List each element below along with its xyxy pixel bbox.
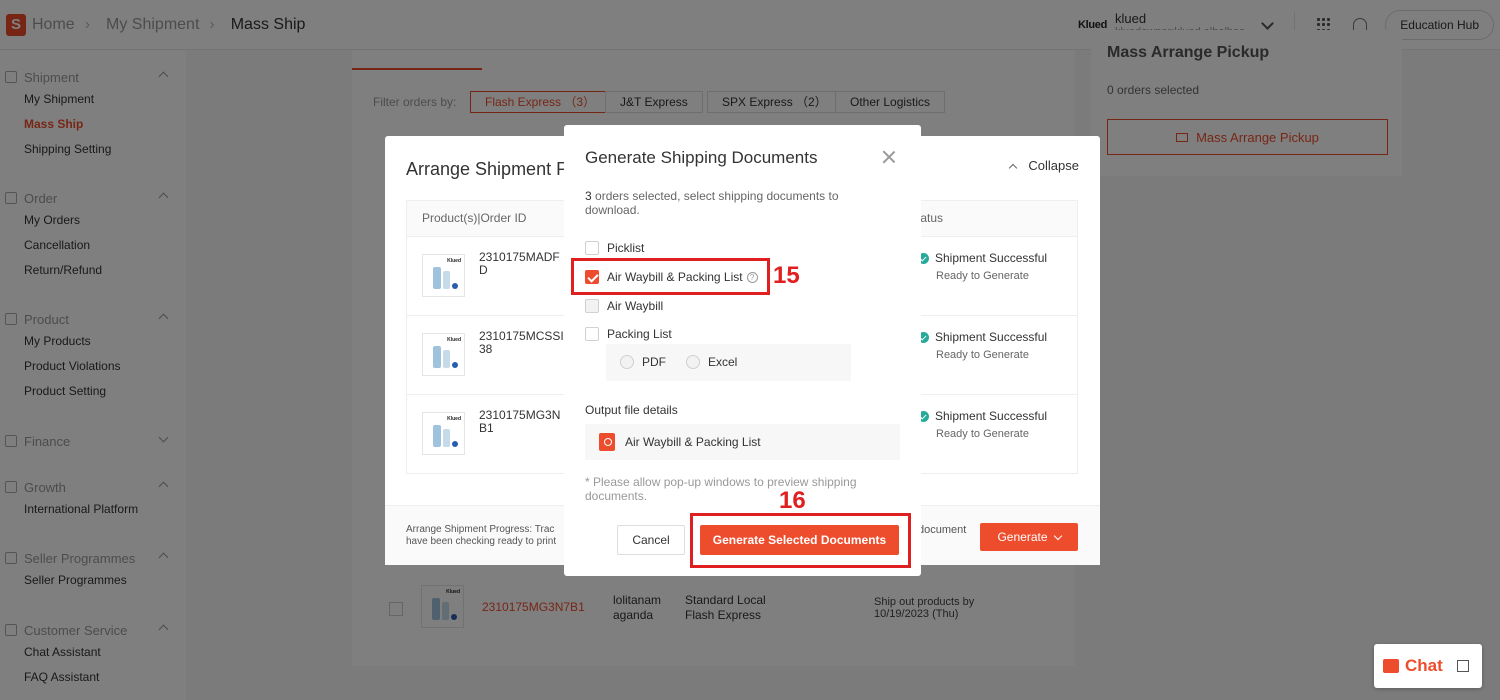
chat-icon xyxy=(1383,659,1399,673)
minimize-icon[interactable] xyxy=(1456,660,1469,672)
popup-note: * Please allow pop-up windows to preview… xyxy=(585,475,857,503)
column-product-order-id: Product(s)|Order ID xyxy=(422,211,527,225)
option-picklist[interactable]: Picklist xyxy=(585,241,644,255)
packing-list-checkbox[interactable] xyxy=(585,327,599,341)
format-pdf-radio: PDF xyxy=(620,355,666,369)
close-icon[interactable] xyxy=(881,149,897,165)
annotation-highlight-box xyxy=(571,258,770,295)
format-options: PDF Excel xyxy=(606,344,851,381)
annotation-highlight-box xyxy=(690,513,911,568)
format-excel-radio: Excel xyxy=(686,355,737,369)
order-id: 2310175MCSSI 38 xyxy=(479,329,564,356)
shipment-status: Shipment Successful Ready to Generate xyxy=(918,330,1047,361)
output-details-label: Output file details xyxy=(585,403,678,417)
document-label: document xyxy=(918,524,967,536)
picklist-checkbox[interactable] xyxy=(585,241,599,255)
chevron-down-icon xyxy=(1053,531,1062,540)
modal-title: Generate Shipping Documents xyxy=(585,148,818,167)
collapse-button[interactable]: Collapse xyxy=(1009,158,1079,173)
arrange-panel-title: Arrange Shipment P xyxy=(406,159,569,179)
annotation-step-16: 16 xyxy=(779,487,806,514)
chevron-up-icon xyxy=(1009,163,1018,172)
modal-description: 3 orders selected, select shipping docum… xyxy=(585,189,839,217)
generate-documents-modal: Generate Shipping Documents 3 orders sel… xyxy=(564,125,921,576)
arrange-progress-text: Arrange Shipment Progress: Trac have been… xyxy=(406,524,557,547)
product-thumbnail: Klued xyxy=(422,333,465,376)
air-waybill-checkbox xyxy=(585,299,599,313)
order-id: 2310175MG3N B1 xyxy=(479,408,561,435)
annotation-step-15: 15 xyxy=(773,262,800,289)
option-air-waybill: Air Waybill xyxy=(585,299,663,313)
chat-widget[interactable]: Chat xyxy=(1374,644,1482,688)
product-thumbnail: Klued xyxy=(422,412,465,455)
chat-label: Chat xyxy=(1405,656,1443,675)
generate-dropdown-button[interactable]: Generate xyxy=(980,523,1078,551)
output-file-item: Air Waybill & Packing List xyxy=(585,424,900,460)
shipment-status: Shipment Successful Ready to Generate xyxy=(918,251,1047,282)
pdf-file-icon xyxy=(599,433,615,451)
order-id: 2310175MADF D xyxy=(479,250,560,277)
cancel-button[interactable]: Cancel xyxy=(617,525,685,555)
shipment-status: Shipment Successful Ready to Generate xyxy=(918,409,1047,440)
option-packing-list[interactable]: Packing List xyxy=(585,327,672,341)
product-thumbnail: Klued xyxy=(422,254,465,297)
